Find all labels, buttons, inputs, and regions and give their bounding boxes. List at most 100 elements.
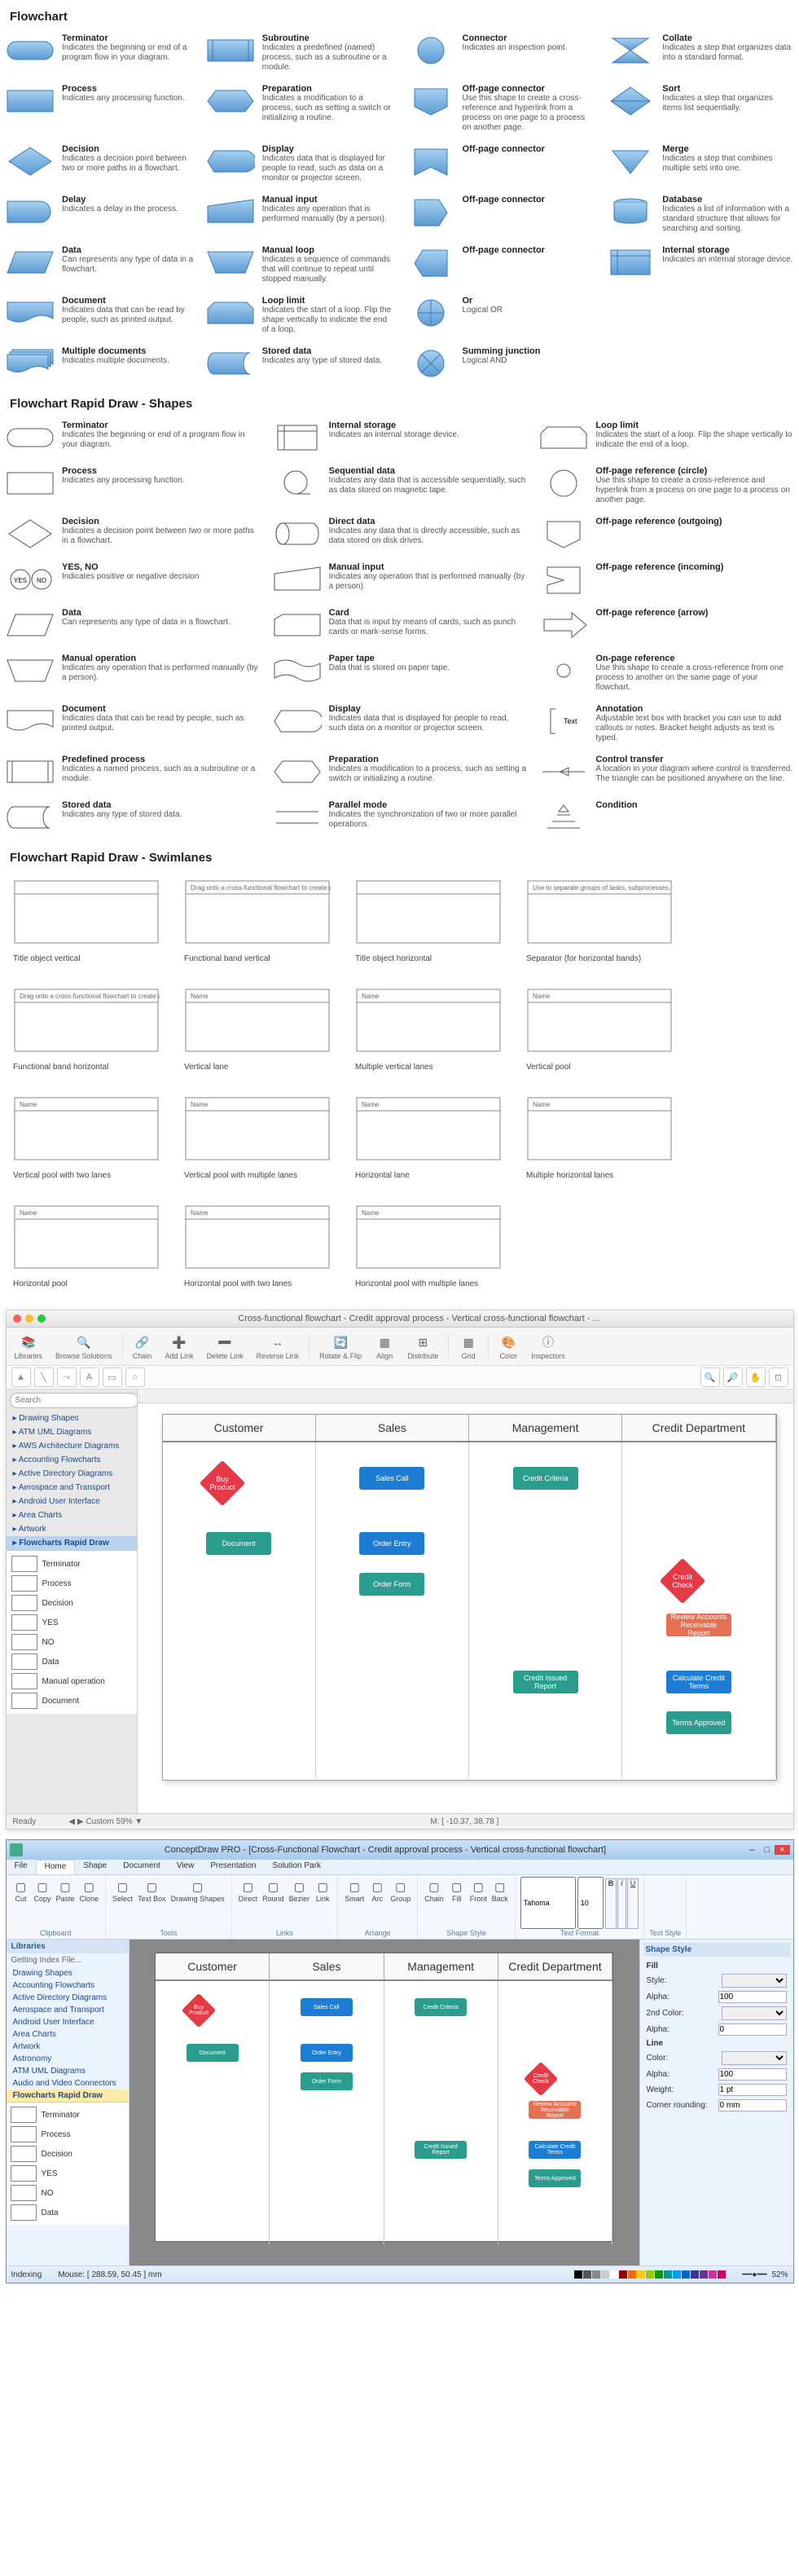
library-item[interactable]: Accounting Flowcharts: [7, 1979, 129, 1992]
color-swatch[interactable]: [628, 2270, 636, 2279]
library-item[interactable]: ▸ Active Directory Diagrams: [7, 1467, 137, 1481]
library-item[interactable]: Audio and Video Connectors: [7, 2077, 129, 2089]
flowchart-node[interactable]: Credit Criteria: [415, 1998, 467, 2016]
shape-palette-item[interactable]: Document: [10, 1691, 134, 1711]
ribbon-clone[interactable]: ▢Clone: [78, 1877, 101, 1929]
line-tool[interactable]: ╲: [34, 1367, 54, 1387]
corner-input[interactable]: [718, 2099, 787, 2111]
shape-palette-item[interactable]: Data: [9, 2203, 126, 2222]
connector-tool[interactable]: ⤳: [57, 1367, 77, 1387]
ribbon-select[interactable]: ▢Select: [111, 1877, 134, 1929]
toolbar-browse-solutions[interactable]: 🔍Browse Solutions: [52, 1331, 116, 1362]
zoom-display[interactable]: Custom 59%: [86, 1817, 132, 1826]
ribbon-paste[interactable]: ▢Paste: [55, 1877, 77, 1929]
toolbar-chain[interactable]: 🔗Chain: [130, 1331, 156, 1362]
shape-palette-item[interactable]: Terminator: [10, 1554, 134, 1574]
flowchart-node[interactable]: Review Accounts Receivable Report: [666, 1614, 731, 1636]
rect-tool[interactable]: ▭: [103, 1367, 122, 1387]
shape-palette-item[interactable]: YES: [10, 1613, 134, 1632]
library-item[interactable]: ▸ Area Charts: [7, 1508, 137, 1522]
library-item[interactable]: Android User Interface: [7, 2016, 129, 2028]
zoom-out[interactable]: 🔎: [723, 1367, 743, 1387]
flowchart-node[interactable]: Credit Issued Report: [513, 1671, 578, 1693]
library-item[interactable]: ▸ Flowcharts Rapid Draw: [7, 1536, 137, 1550]
flowchart-node[interactable]: Credit Criteria: [513, 1467, 578, 1490]
menu-solution-park[interactable]: Solution Park: [264, 1860, 328, 1874]
library-item[interactable]: ▸ Accounting Flowcharts: [7, 1453, 137, 1467]
font-size[interactable]: [577, 1877, 604, 1929]
toolbar-inspectors[interactable]: ⓘInspectors: [528, 1331, 569, 1362]
color-swatch[interactable]: [718, 2270, 726, 2279]
alpha-input[interactable]: [718, 1991, 787, 2003]
color-swatch[interactable]: [646, 2270, 654, 2279]
ribbon-chain[interactable]: ▢Chain: [423, 1877, 446, 1929]
shape-palette-item[interactable]: Data: [10, 1652, 134, 1671]
maximize-button[interactable]: □: [759, 1845, 775, 1855]
second-color-select[interactable]: [722, 2006, 787, 2020]
flowchart-node[interactable]: Buy Product: [181, 1993, 215, 2028]
ribbon-smart[interactable]: ▢Smart: [343, 1877, 366, 1929]
bold-button[interactable]: B: [605, 1878, 617, 1929]
color-swatch[interactable]: [673, 2270, 681, 2279]
library-item[interactable]: ▸ Artwork: [7, 1522, 137, 1536]
weight-input[interactable]: [718, 2084, 787, 2096]
flowchart-node[interactable]: Sales Call: [359, 1467, 424, 1490]
color-swatch[interactable]: [691, 2270, 699, 2279]
library-item[interactable]: Aerospace and Transport: [7, 2004, 129, 2016]
ribbon-copy[interactable]: ▢Copy: [33, 1877, 53, 1929]
flowchart-node[interactable]: Terms Approved: [529, 2169, 581, 2187]
library-item[interactable]: ▸ ATM UML Diagrams: [7, 1425, 137, 1439]
ribbon-direct[interactable]: ▢Direct: [237, 1877, 260, 1929]
close-button[interactable]: ×: [775, 1845, 789, 1855]
flowchart-node[interactable]: Calculate Credit Terms: [529, 2141, 581, 2159]
win-canvas[interactable]: CustomerSalesManagementCredit Department…: [130, 1940, 639, 2266]
menu-shape[interactable]: Shape: [75, 1860, 115, 1874]
library-item[interactable]: ATM UML Diagrams: [7, 2065, 129, 2077]
shape-palette-item[interactable]: Process: [9, 2125, 126, 2144]
menu-home[interactable]: Home: [36, 1860, 76, 1874]
flowchart-node[interactable]: Document: [187, 2044, 239, 2062]
ribbon-arc[interactable]: ▢Arc: [367, 1877, 387, 1929]
toolbar-grid[interactable]: ▦Grid: [455, 1331, 481, 1362]
flowchart-node[interactable]: Order Entry: [359, 1532, 424, 1555]
flowchart-node[interactable]: Review Accounts Receivable Report: [529, 2101, 581, 2119]
color-swatch[interactable]: [664, 2270, 672, 2279]
shape-palette-item[interactable]: Manual operation: [10, 1671, 134, 1691]
underline-button[interactable]: U: [627, 1878, 639, 1929]
mac-canvas[interactable]: CustomerSalesManagementCredit Department…: [138, 1389, 793, 1813]
flowchart-node[interactable]: Order Entry: [301, 2044, 353, 2062]
ellipse-tool[interactable]: ○: [125, 1367, 145, 1387]
fit-tool[interactable]: ⊡: [769, 1367, 788, 1387]
zoom-button[interactable]: [37, 1314, 46, 1323]
menu-view[interactable]: View: [169, 1860, 203, 1874]
italic-button[interactable]: I: [617, 1878, 626, 1929]
library-item[interactable]: ▸ Android User Interface: [7, 1495, 137, 1508]
library-item[interactable]: Active Directory Diagrams: [7, 1992, 129, 2004]
flowchart-node[interactable]: Calculate Credit Terms: [666, 1671, 731, 1693]
library-item[interactable]: Area Charts: [7, 2028, 129, 2041]
ribbon-round[interactable]: ▢Round: [261, 1877, 286, 1929]
font-select[interactable]: [520, 1877, 576, 1929]
toolbar-color[interactable]: 🎨Color: [495, 1331, 521, 1362]
color-swatch[interactable]: [637, 2270, 645, 2279]
shape-palette-item[interactable]: Decision: [10, 1593, 134, 1613]
color-swatch[interactable]: [592, 2270, 600, 2279]
text-tool[interactable]: A: [80, 1367, 99, 1387]
ribbon-fill[interactable]: ▢Fill: [447, 1877, 467, 1929]
flowchart-node[interactable]: Terms Approved: [666, 1711, 731, 1734]
toolbar-distribute[interactable]: ⊞Distribute: [404, 1331, 441, 1362]
style-select[interactable]: [722, 1974, 787, 1988]
flowchart-node[interactable]: Credit Issued Report: [415, 2141, 467, 2159]
shape-palette-item[interactable]: NO: [10, 1632, 134, 1652]
shape-palette-item[interactable]: Process: [10, 1574, 134, 1593]
zoom-in[interactable]: 🔍: [700, 1367, 720, 1387]
library-item[interactable]: ▸ Aerospace and Transport: [7, 1481, 137, 1495]
search-input[interactable]: [10, 1393, 138, 1408]
color-select[interactable]: [722, 2051, 787, 2065]
color-swatch[interactable]: [700, 2270, 708, 2279]
ribbon-front[interactable]: ▢Front: [468, 1877, 489, 1929]
library-item-selected[interactable]: Flowcharts Rapid Draw: [7, 2089, 129, 2102]
close-button[interactable]: [13, 1314, 21, 1323]
alpha3-input[interactable]: [718, 2068, 787, 2081]
shape-palette-item[interactable]: Decision: [9, 2144, 126, 2164]
